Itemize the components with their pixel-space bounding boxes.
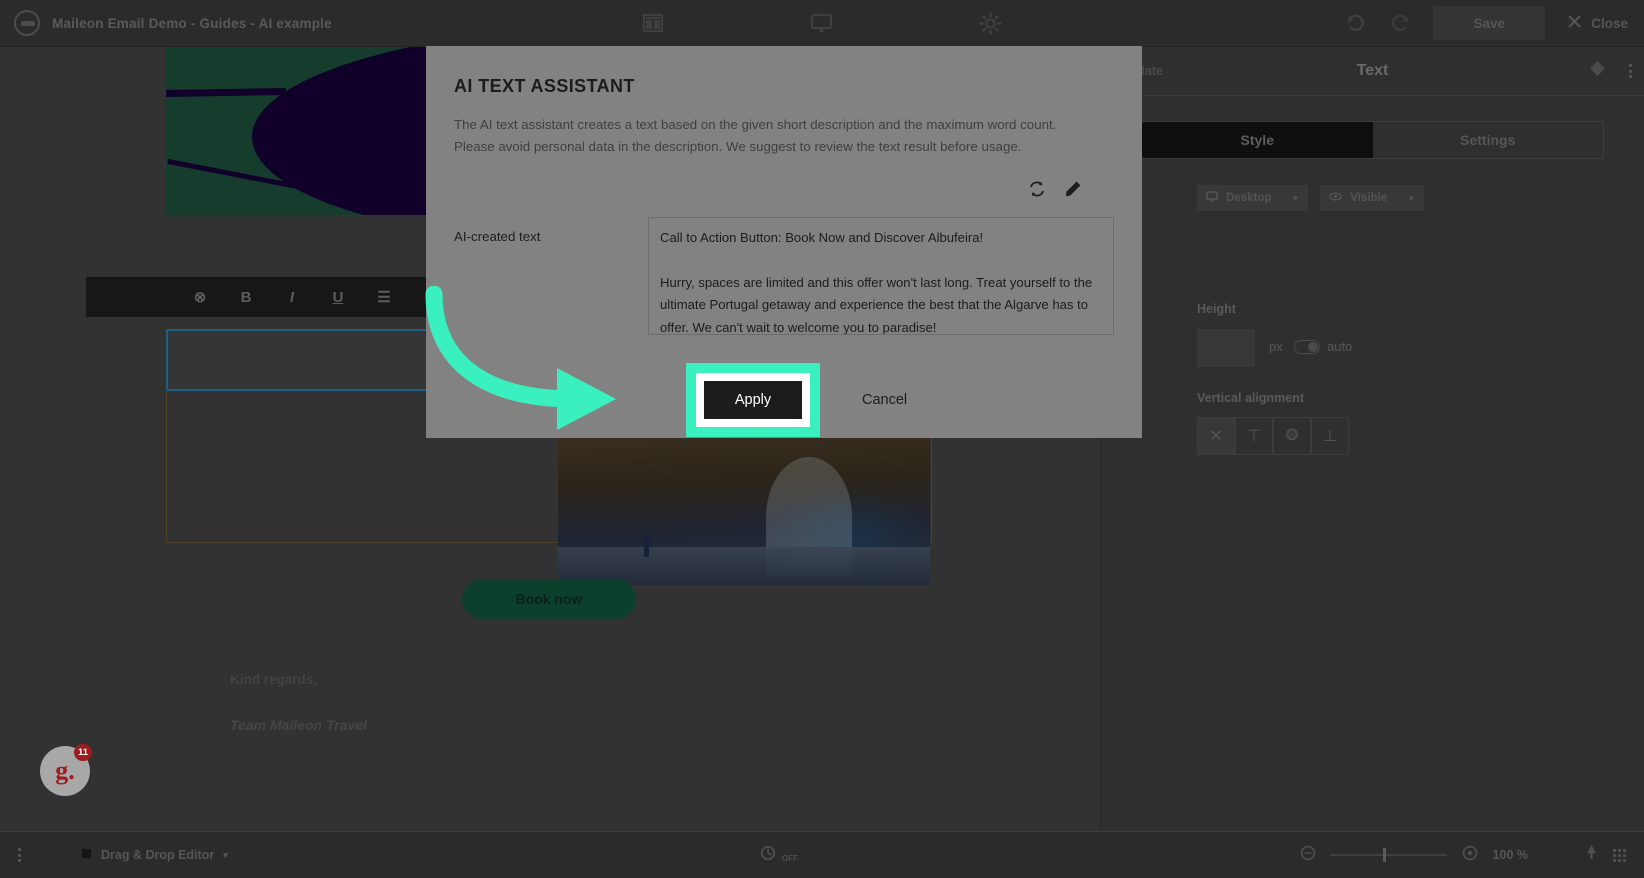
ai-created-text-label: AI-created text (454, 229, 541, 244)
algarve-cave-photo[interactable] (558, 421, 930, 585)
top-center-icons (0, 11, 1644, 35)
tab-settings[interactable]: Settings (1373, 122, 1604, 158)
context-selectors: Desktop ▼ Visible ▼ (1197, 185, 1644, 211)
align-bottom-button[interactable]: ⊥ (1311, 417, 1349, 455)
visibility-selector[interactable]: Visible ▼ (1320, 185, 1425, 211)
apply-highlight-inner: Apply (696, 373, 810, 427)
history-toggle[interactable]: OFF (760, 844, 798, 867)
theme-diamond-icon[interactable] (1588, 59, 1607, 83)
dialog-title: AI TEXT ASSISTANT (454, 76, 635, 96)
monitor-icon (1206, 191, 1218, 205)
more-options-kebab-icon[interactable] (1629, 64, 1632, 78)
style-settings-tabs: Style Settings (1141, 121, 1604, 159)
zoom-level: 100 % (1492, 848, 1528, 862)
editor-mode-label: Drag & Drop Editor (101, 848, 215, 862)
generated-paragraph-1: Call to Action Button: Book Now and Disc… (660, 230, 984, 245)
chevron-down-icon: ▼ (1407, 193, 1416, 203)
history-state-label: OFF (782, 853, 798, 863)
vertical-alignment-group: ✕ ⊤ ⨷ ⊥ (1197, 417, 1349, 455)
vertical-alignment-label: Vertical alignment (1197, 391, 1304, 405)
ai-text-field-row: AI-created text Call to Action Button: B… (454, 217, 1114, 335)
ai-created-text-area[interactable]: Call to Action Button: Book Now and Disc… (648, 217, 1114, 335)
layout-blocks-icon[interactable] (642, 12, 664, 35)
grid-view-icon[interactable] (1613, 848, 1626, 862)
zoom-out-icon[interactable] (1300, 845, 1316, 866)
bottom-right-group: 100 % (1300, 844, 1644, 866)
top-toolbar: Maileon Email Demo - Guides - AI example (0, 0, 1644, 47)
guide-widget-letter: g. (55, 756, 75, 785)
panel-header: Template Text (1101, 47, 1644, 96)
height-auto-toggle[interactable] (1294, 340, 1320, 354)
kebab-menu-icon[interactable] (18, 848, 21, 862)
panel-header-actions (1588, 59, 1632, 83)
device-selector[interactable]: Desktop ▼ (1197, 185, 1309, 211)
height-auto-label: auto (1327, 339, 1353, 354)
desktop-preview-icon[interactable] (810, 12, 833, 35)
dialog-description: The AI text assistant creates a text bas… (454, 117, 1057, 154)
photo-person (643, 535, 649, 557)
eye-icon (1329, 192, 1343, 204)
chevron-down-icon: ▾ (223, 849, 228, 860)
bullet-list-icon[interactable]: ☰ (374, 287, 394, 307)
editor-mode-icon (81, 848, 92, 862)
page-title: Text (1356, 62, 1389, 79)
bold-icon[interactable]: B (236, 287, 256, 307)
height-label: Height (1197, 302, 1236, 316)
dialog-actions: Apply Cancel (454, 363, 1114, 437)
apply-button[interactable]: Apply (704, 381, 802, 419)
device-selector-label: Desktop (1226, 192, 1272, 204)
history-off-icon (760, 844, 778, 867)
height-unit: px (1269, 339, 1283, 354)
height-input[interactable] (1197, 329, 1255, 367)
align-top-button[interactable]: ⊤ (1235, 417, 1273, 455)
align-middle-button[interactable]: ⨷ (1273, 417, 1311, 455)
app-root: Maileon Email Demo - Guides - AI example (0, 0, 1644, 878)
editor-mode-selector[interactable]: Drag & Drop Editor ▾ (81, 848, 228, 862)
generated-paragraph-2: Hurry, spaces are limited and this offer… (660, 274, 1093, 335)
chevron-down-icon: ▼ (1291, 193, 1300, 203)
book-now-button[interactable]: Book now (462, 579, 636, 619)
zoom-in-icon[interactable] (1462, 845, 1478, 866)
clear-formatting-icon[interactable]: ⊗ (190, 287, 210, 307)
apply-highlight-outer: Apply (686, 363, 820, 437)
settings-gear-icon[interactable] (979, 11, 1002, 35)
dialog-tool-icons (454, 180, 1114, 203)
bottom-left-group: Drag & Drop Editor ▾ (0, 848, 228, 862)
cancel-button[interactable]: Cancel (862, 392, 907, 408)
refresh-regenerate-icon[interactable] (1028, 180, 1046, 203)
bottom-status-bar: Drag & Drop Editor ▾ OFF 100 % (0, 831, 1644, 878)
guide-widget-badge: 11 (73, 744, 92, 761)
tab-style[interactable]: Style (1142, 122, 1373, 158)
italic-icon[interactable]: I (282, 287, 302, 307)
underline-icon[interactable]: U (328, 287, 348, 307)
signature-team: Team Maileon Travel (230, 717, 367, 733)
signature-greeting: Kind regards, (230, 672, 318, 687)
pencil-edit-icon[interactable] (1064, 180, 1082, 203)
align-none-button[interactable]: ✕ (1197, 417, 1235, 455)
visibility-selector-label: Visible (1350, 192, 1388, 204)
properties-panel: Template Text Style Settings (1100, 47, 1644, 831)
ai-text-assistant-dialog: AI TEXT ASSISTANT The AI text assistant … (426, 46, 1142, 438)
fit-to-screen-icon[interactable] (1585, 844, 1598, 866)
zoom-slider[interactable] (1330, 848, 1447, 862)
guide-widget-button[interactable]: g. 11 (40, 744, 92, 796)
